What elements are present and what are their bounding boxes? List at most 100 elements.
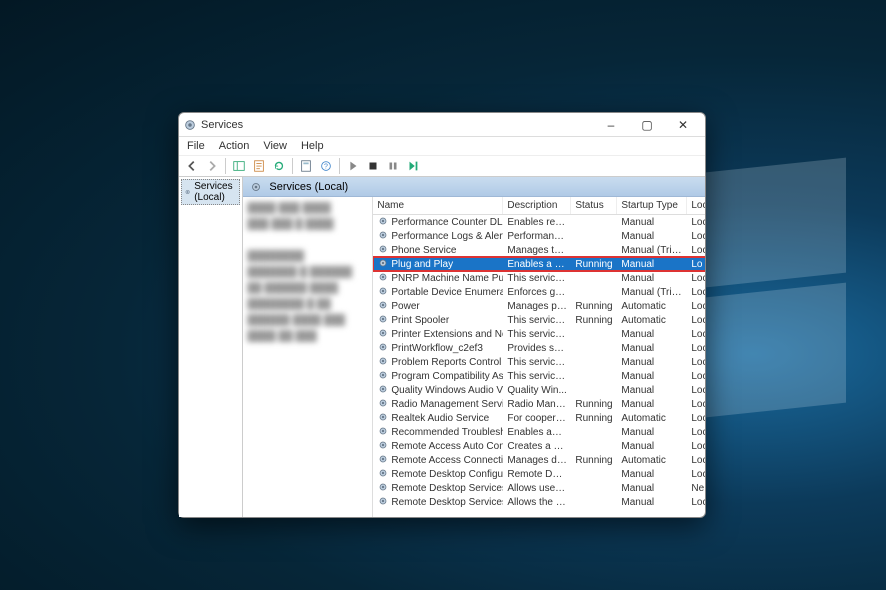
list-header[interactable]: Name Description Status Startup Type Loc (373, 197, 705, 215)
service-row[interactable]: PrintWorkflow_c2ef3Provides sup...Manual… (373, 341, 705, 355)
column-logon[interactable]: Loc (687, 197, 705, 214)
gear-icon (377, 425, 389, 440)
service-status: Running (571, 301, 617, 312)
menu-help[interactable]: Help (295, 139, 330, 153)
gear-icon (377, 327, 389, 342)
gear-icon (377, 481, 389, 496)
service-name: PNRP Machine Name Public... (391, 273, 503, 284)
svg-text:?: ? (324, 164, 328, 171)
service-row[interactable]: Portable Device EnumeratorEnforces gro..… (373, 285, 705, 299)
service-startup: Manual (Trigg... (617, 245, 687, 256)
menu-file[interactable]: File (181, 139, 211, 153)
menu-view[interactable]: View (257, 139, 293, 153)
menu-action[interactable]: Action (213, 139, 256, 153)
service-startup: Manual (617, 483, 687, 494)
services-list[interactable]: Name Description Status Startup Type Loc… (373, 197, 705, 517)
start-service-button[interactable] (344, 157, 362, 175)
service-description: Manages po... (503, 301, 571, 312)
service-row[interactable]: Quality Windows Audio Vid...Quality Win.… (373, 383, 705, 397)
service-row[interactable]: PowerManages po...RunningAutomaticLoc (373, 299, 705, 313)
service-startup: Automatic (617, 455, 687, 466)
show-hide-tree-button[interactable] (230, 157, 248, 175)
column-status[interactable]: Status (571, 197, 617, 214)
restart-service-button[interactable] (404, 157, 422, 175)
service-name: Remote Access Connection ... (391, 455, 503, 466)
titlebar[interactable]: Services – ▢ ✕ (179, 113, 705, 137)
service-startup: Manual (617, 329, 687, 340)
gear-icon (249, 180, 263, 194)
service-name: Print Spooler (391, 315, 449, 326)
maximize-button[interactable]: ▢ (629, 114, 665, 136)
service-logon: Loc (687, 343, 705, 354)
minimize-button[interactable]: – (593, 114, 629, 136)
service-row[interactable]: Problem Reports Control Pa...This servic… (373, 355, 705, 369)
back-button[interactable] (183, 157, 201, 175)
export-button[interactable] (250, 157, 268, 175)
service-description: Enforces gro... (503, 287, 571, 298)
panel-title: Services (Local) (269, 181, 348, 193)
refresh-button[interactable] (270, 157, 288, 175)
service-row[interactable]: PNRP Machine Name Public...This service … (373, 271, 705, 285)
service-row[interactable]: Realtek Audio ServiceFor cooperat...Runn… (373, 411, 705, 425)
service-logon: Loc (687, 441, 705, 452)
service-name: Program Compatibility Assis... (391, 371, 503, 382)
help-button[interactable]: ? (317, 157, 335, 175)
column-startup-type[interactable]: Startup Type (617, 197, 687, 214)
service-description: Manages th... (503, 245, 571, 256)
service-row[interactable]: Printer Extensions and Notifi...This ser… (373, 327, 705, 341)
service-row[interactable]: Phone ServiceManages th...Manual (Trigg.… (373, 243, 705, 257)
service-row[interactable]: Plug and Play Enables a co...RunningManua… (373, 257, 705, 271)
gear-icon (377, 341, 389, 356)
service-startup: Automatic (617, 413, 687, 424)
service-row[interactable]: Recommended Troubleshoo...Enables aut...… (373, 425, 705, 439)
service-description: Quality Win... (503, 385, 571, 396)
properties-button[interactable] (297, 157, 315, 175)
pause-service-button[interactable] (384, 157, 402, 175)
service-status: Running (571, 455, 617, 466)
sidebar-item-services-local[interactable]: Services (Local) (181, 179, 240, 205)
service-logon: Loc (687, 371, 705, 382)
service-row[interactable]: Remote Desktop Services Us...Allows the … (373, 495, 705, 509)
service-row[interactable]: Performance Logs & AlertsPerformanc...Ma… (373, 229, 705, 243)
service-status: Running (571, 413, 617, 424)
close-button[interactable]: ✕ (665, 114, 701, 136)
service-row[interactable]: Remote Access Auto Conne...Creates a co.… (373, 439, 705, 453)
service-name: Remote Access Auto Conne... (391, 441, 503, 452)
service-logon: Loc (687, 469, 705, 480)
service-description: Enables a co... (503, 259, 571, 270)
service-status: Running (571, 259, 617, 270)
service-logon: Loc (687, 357, 705, 368)
window-title: Services (201, 119, 593, 131)
gear-icon (377, 411, 389, 426)
service-description: Manages di... (503, 455, 571, 466)
gear-icon (377, 397, 389, 412)
service-description: This service ... (503, 315, 571, 326)
service-description: Enables aut... (503, 427, 571, 438)
panel-header: Services (Local) (243, 177, 705, 197)
forward-button[interactable] (203, 157, 221, 175)
service-row[interactable]: Radio Management ServiceRadio Mana...Run… (373, 397, 705, 411)
service-row[interactable]: Remote Desktop Configurati...Remote Des.… (373, 467, 705, 481)
service-startup: Manual (617, 273, 687, 284)
service-row[interactable]: Program Compatibility Assis...This servi… (373, 369, 705, 383)
service-row[interactable]: Remote Access Connection ...Manages di..… (373, 453, 705, 467)
service-row[interactable]: Performance Counter DLL H...Enables rem.… (373, 215, 705, 229)
gear-icon (377, 243, 389, 258)
gear-icon (377, 383, 389, 398)
gear-icon (377, 285, 389, 300)
service-name: Quality Windows Audio Vid... (391, 385, 503, 396)
stop-service-button[interactable] (364, 157, 382, 175)
column-description[interactable]: Description (503, 197, 571, 214)
menubar: File Action View Help (179, 137, 705, 155)
services-window: Services – ▢ ✕ File Action View Help ? S… (178, 112, 706, 518)
service-startup: Manual (617, 259, 687, 270)
service-startup: Manual (617, 399, 687, 410)
service-row[interactable]: Remote Desktop ServicesAllows users ...M… (373, 481, 705, 495)
service-row[interactable]: Print SpoolerThis service ...RunningAuto… (373, 313, 705, 327)
service-logon: Lo (687, 259, 705, 270)
service-description: Performanc... (503, 231, 571, 242)
service-name: Printer Extensions and Notifi... (391, 329, 503, 340)
column-name[interactable]: Name (373, 197, 503, 214)
gear-icon (377, 453, 389, 468)
service-name: Plug and Play (391, 259, 453, 270)
